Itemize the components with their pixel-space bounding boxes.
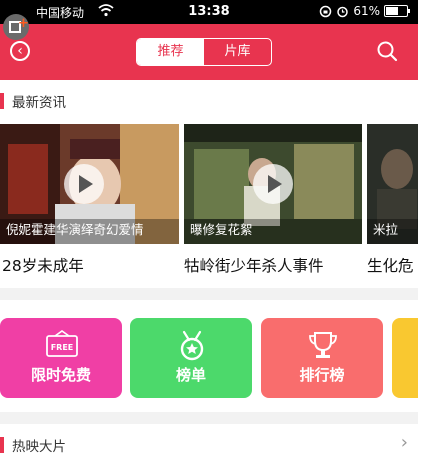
tile-label: 排行榜 (299, 366, 345, 384)
list-tile[interactable]: 榜单 (130, 318, 252, 398)
tab-library[interactable]: 片库 (204, 39, 271, 65)
news-overlay-text: 米拉 (373, 222, 399, 237)
free-badge-text: FREE (51, 343, 74, 352)
status-bar: 中国移动 13:38 61% (0, 0, 418, 24)
floating-window-icon[interactable]: + (3, 14, 29, 40)
battery-icon (384, 5, 410, 17)
tile-label: 限时免费 (30, 366, 91, 384)
top-nav-bar: ‹ 推荐 片库 (0, 24, 418, 80)
battery-level (386, 7, 399, 15)
news-card[interactable]: 倪妮霍建华演绎奇幻爱情 (0, 124, 179, 244)
news-caption[interactable]: 生化危 (367, 254, 414, 276)
search-icon[interactable] (376, 40, 398, 62)
section-accent-bar (0, 93, 4, 109)
news-card[interactable]: 曝修复花絮 (184, 124, 362, 244)
medal-icon (180, 330, 204, 361)
free-limited-tile[interactable]: FREE 限时免费 (0, 318, 122, 398)
news-section-header: 最新资讯 (0, 80, 418, 120)
free-ticket-icon: FREE (46, 330, 78, 357)
hot-section-header[interactable]: 热映大片 › (0, 424, 418, 458)
app-screen: 中国移动 13:38 61% + ‹ 推荐 片库 最新资讯 倪妮霍建华演绎奇幻爱… (0, 0, 418, 458)
hot-section-title: 热映大片 (12, 439, 66, 455)
rotation-lock-icon (320, 5, 332, 17)
status-right: 61% (319, 4, 410, 18)
trophy-icon (309, 332, 337, 358)
alarm-icon (337, 6, 349, 17)
news-overlay-text: 倪妮霍建华演绎奇幻爱情 (6, 222, 144, 237)
category-shortcuts: FREE 限时免费 榜单 排行榜 (0, 300, 418, 412)
section-accent-bar (0, 437, 4, 453)
news-card[interactable]: 米拉 (367, 124, 418, 244)
play-icon[interactable] (64, 164, 104, 204)
news-carousel: 倪妮霍建华演绎奇幻爱情 28岁未成年 曝修复花絮 牯岭街少年杀人事件 米拉 生化… (0, 120, 418, 288)
news-overlay-text: 曝修复花絮 (190, 222, 253, 237)
battery-percent: 61% (353, 4, 380, 18)
play-icon[interactable] (253, 164, 293, 204)
news-caption[interactable]: 28岁未成年 (2, 254, 84, 276)
more-tile[interactable] (392, 318, 418, 398)
tile-label: 榜单 (175, 366, 206, 384)
tab-recommend[interactable]: 推荐 (137, 39, 204, 65)
segmented-tabs: 推荐 片库 (136, 38, 272, 66)
ranking-tile[interactable]: 排行榜 (261, 318, 383, 398)
back-icon[interactable]: ‹ (10, 41, 30, 61)
news-caption[interactable]: 牯岭街少年杀人事件 (184, 254, 324, 276)
chevron-right-icon[interactable]: › (401, 432, 408, 453)
news-section-title: 最新资讯 (12, 95, 66, 111)
